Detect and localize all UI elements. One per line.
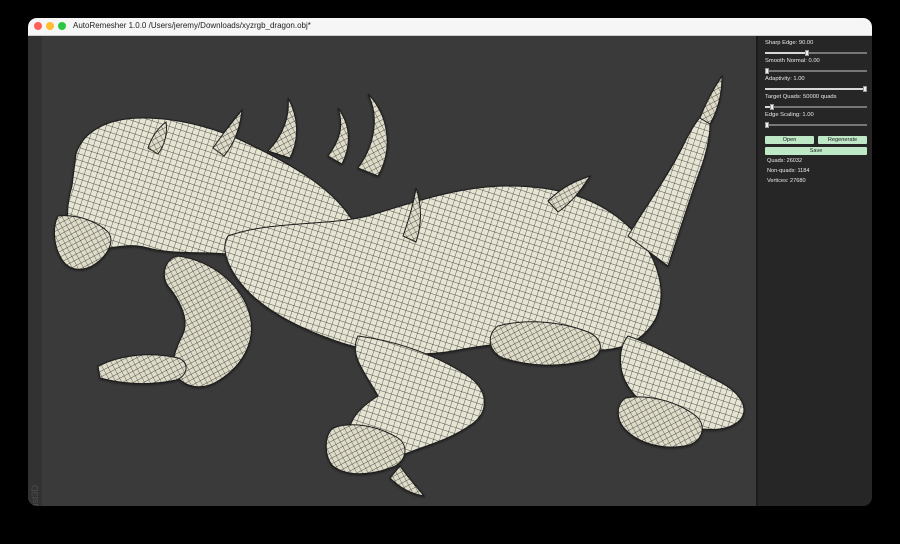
sharp-edge-slider[interactable] xyxy=(765,50,867,56)
adaptivity-slider[interactable] xyxy=(765,86,867,92)
sharp-edge-slider-handle[interactable] xyxy=(804,50,809,56)
app-window: AutoRemesher 1.0.0 /Users/jeremy/Downloa… xyxy=(28,18,872,506)
regenerate-button[interactable]: Regenerate xyxy=(818,136,867,144)
smooth-normal-label: Smooth Normal: 0.00 xyxy=(765,58,820,64)
dragon-mesh-icon xyxy=(53,74,745,497)
target-quads-label: Target Quads: 50000 quads xyxy=(765,94,837,100)
window-title: AutoRemesher 1.0.0 /Users/jeremy/Downloa… xyxy=(73,21,311,30)
3d-viewport[interactable]: Dust3D xyxy=(28,36,756,506)
edge-scaling-slider[interactable] xyxy=(765,122,867,128)
edge-scaling-label: Edge Scaling: 1.00 xyxy=(765,112,814,118)
sharp-edge-label: Sharp Edge: 90.00 xyxy=(765,40,814,46)
target-quads-slider-handle[interactable] xyxy=(770,104,774,110)
settings-panel: Sharp Edge: 90.00 Smooth Normal: 0.00 Ad… xyxy=(756,36,872,506)
minimize-window-button[interactable] xyxy=(46,22,54,30)
quads-stat: Quads: 26032 xyxy=(767,158,803,164)
save-button[interactable]: Save xyxy=(765,147,867,155)
edge-scaling-slider-handle[interactable] xyxy=(765,122,769,128)
adaptivity-slider-handle[interactable] xyxy=(863,86,867,92)
target-quads-slider[interactable] xyxy=(765,104,867,110)
smooth-normal-slider-handle[interactable] xyxy=(765,68,769,74)
adaptivity-label: Adaptivity: 1.00 xyxy=(765,76,805,82)
non-quads-stat: Non-quads: 1184 xyxy=(767,168,810,174)
zoom-window-button[interactable] xyxy=(58,22,66,30)
open-button[interactable]: Open xyxy=(765,136,814,144)
close-window-button[interactable] xyxy=(34,22,42,30)
vertices-stat: Vertices: 27680 xyxy=(767,178,806,184)
smooth-normal-slider[interactable] xyxy=(765,68,867,74)
title-bar[interactable]: AutoRemesher 1.0.0 /Users/jeremy/Downloa… xyxy=(28,18,872,36)
